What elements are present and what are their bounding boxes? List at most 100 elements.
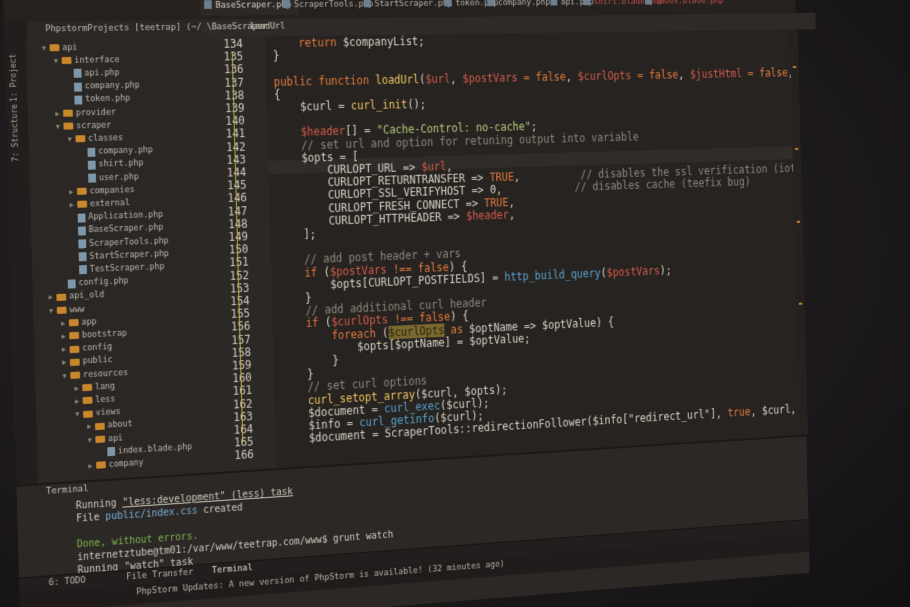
tree-item-label: public [82, 355, 113, 367]
warning-mark[interactable] [798, 302, 803, 305]
tree-item[interactable]: ▶ about [87, 418, 133, 433]
chevron-right-icon[interactable]: ▶ [88, 462, 96, 470]
code-token: , [508, 207, 516, 222]
php-file-icon [74, 95, 83, 105]
folder-icon [76, 187, 87, 196]
chevron-down-icon[interactable]: ▼ [88, 436, 96, 444]
code-editor[interactable]: return $companyList;} public function loa… [265, 29, 800, 469]
chevron-right-icon[interactable]: ▶ [61, 319, 69, 327]
code-token: { [273, 87, 281, 102]
chevron-right-icon[interactable]: ▶ [69, 188, 77, 196]
code-token: , [449, 71, 463, 86]
chevron-down-icon[interactable]: ▼ [68, 135, 76, 143]
folder-icon [63, 109, 73, 117]
warning-mark[interactable] [792, 66, 797, 68]
tree-item-label: shirt.php [98, 158, 144, 170]
code-token: true [727, 405, 751, 420]
tree-item-label: ScraperTools.php [88, 235, 169, 249]
tree-item[interactable]: api.php [66, 66, 120, 80]
code-token: $postVars [462, 70, 518, 85]
php-file-icon [550, 0, 558, 6]
chevron-down-icon[interactable]: ▼ [56, 122, 64, 130]
warning-mark[interactable] [794, 148, 799, 150]
tree-item-label: company.php [98, 145, 154, 157]
code-token: $url [425, 71, 451, 86]
terminal-tab[interactable]: Terminal [212, 563, 253, 576]
tree-item[interactable]: ▼ classes [68, 132, 124, 146]
chevron-right-icon[interactable]: ▶ [75, 397, 83, 405]
chevron-right-icon[interactable]: ▶ [62, 358, 70, 367]
tree-item-label: about [107, 419, 133, 431]
tree-item-label: api.php [84, 67, 120, 79]
chevron-down-icon[interactable]: ▼ [42, 44, 50, 52]
tree-item[interactable]: ▶ provider [55, 106, 116, 120]
tab-label: ScraperTools.php [293, 0, 374, 10]
code-token: return [272, 35, 344, 51]
tree-item[interactable]: ▼ api [42, 41, 78, 54]
tab-startscraper-php[interactable]: StartScraper.php [363, 0, 453, 14]
code-token: $optName => $optValue) { [468, 314, 615, 336]
tab-company-php[interactable]: company.php [487, 0, 550, 13]
php-file-icon [107, 447, 116, 457]
project-title[interactable]: PhpstormProjects [teetrap] (~/Docu [45, 22, 222, 34]
chevron-right-icon[interactable]: ▶ [62, 345, 70, 353]
code-token: ; [530, 119, 538, 134]
tree-item[interactable]: ▼ scraper [56, 119, 112, 133]
tree-item-label: index.blade.php [117, 441, 193, 457]
chevron-down-icon[interactable]: ▼ [75, 410, 83, 418]
php-file-icon [204, 0, 212, 9]
chevron-right-icon[interactable]: ▶ [55, 109, 63, 117]
code-token: curl_init [350, 97, 408, 113]
tab-index-blade-php[interactable]: index.blade.php [644, 0, 724, 11]
tree-item[interactable]: company.php [66, 79, 140, 93]
code-line[interactable]: ]; [277, 227, 317, 243]
tree-item-label: www [69, 304, 85, 315]
warning-mark[interactable] [796, 220, 801, 223]
tree-item-label: lang [94, 381, 116, 393]
code-token: = false [631, 67, 679, 82]
chevron-right-icon[interactable]: ▶ [74, 384, 82, 392]
screen-photo: BaseScraper.php ScraperTools.php StartScra… [0, 0, 910, 607]
tree-item[interactable]: ▶ api_old [48, 289, 105, 304]
code-token: http_build_query [504, 266, 601, 284]
code-line[interactable]: return $companyList; [272, 34, 424, 50]
tree-item-label: resources [82, 367, 129, 380]
chevron-down-icon[interactable]: ▼ [62, 372, 70, 380]
chevron-right-icon[interactable]: ▶ [49, 293, 57, 302]
code-line[interactable]: $curl = curl_init(); [274, 97, 426, 114]
code-token: public function [273, 73, 376, 89]
folder-icon [69, 358, 80, 366]
breadcrumb-method[interactable]: loadUrl [250, 22, 286, 32]
php-file-icon [77, 213, 86, 223]
code-token: = false [741, 65, 788, 80]
php-file-icon [444, 0, 452, 7]
code-token: } [272, 49, 280, 63]
project-tool-button[interactable]: 1: Project [8, 54, 18, 102]
chevron-down-icon[interactable]: ▼ [54, 57, 62, 65]
code-token: loadUrl [375, 72, 420, 87]
code-line[interactable]: } [273, 49, 280, 63]
tab-scrapertools-php[interactable]: ScraperTools.php [282, 0, 374, 15]
tree-item-label: token.php [85, 93, 131, 105]
folder-icon [82, 397, 93, 405]
structure-tool-button[interactable]: 7: Structure [10, 104, 20, 162]
tree-item[interactable]: ▼ interface [54, 53, 120, 67]
tree-item-label: companies [89, 184, 135, 197]
tree-item-label: TestScraper.php [89, 261, 165, 275]
php-file-icon [644, 0, 652, 5]
tree-item[interactable]: ▶ company [88, 456, 143, 472]
chevron-right-icon[interactable]: ▶ [61, 332, 69, 340]
code-line[interactable]: public function loadUrl($url, $postVars … [273, 64, 800, 89]
chevron-down-icon[interactable]: ▼ [49, 307, 57, 315]
todo-tab[interactable]: 6: TODO [49, 576, 86, 589]
tree-item-label: less [95, 394, 116, 406]
tree-item-label: views [95, 407, 121, 419]
tree-item-label: interface [74, 54, 120, 66]
code-token: ]; [277, 227, 317, 243]
code-line[interactable]: { [274, 88, 281, 102]
terminal-text: created [197, 502, 243, 517]
chevron-right-icon[interactable]: ▶ [87, 423, 95, 431]
tree-item[interactable]: token.php [66, 92, 130, 106]
chevron-right-icon[interactable]: ▶ [69, 201, 77, 209]
tree-item[interactable]: config.php [60, 275, 129, 291]
